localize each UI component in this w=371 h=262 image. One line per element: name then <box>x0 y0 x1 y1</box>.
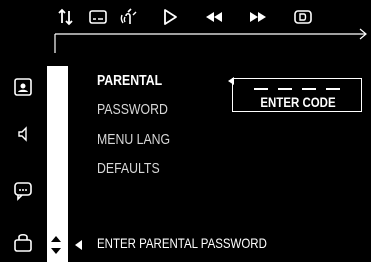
code-slot <box>254 88 268 90</box>
speaker-icon[interactable] <box>12 123 34 145</box>
photo-icon[interactable] <box>12 76 34 98</box>
code-slot <box>326 88 340 90</box>
chat-icon[interactable] <box>12 179 34 201</box>
lock-icon[interactable] <box>12 231 34 253</box>
status-message: ENTER PARENTAL PASSWORD <box>97 235 267 251</box>
sidebar <box>0 66 87 262</box>
code-slot <box>302 88 316 90</box>
sidebar-highlight-strip <box>47 66 68 262</box>
menu-item-menu-lang[interactable]: MENU LANG <box>97 131 170 148</box>
code-slot <box>278 88 292 90</box>
selection-arrows-icon <box>51 236 82 254</box>
menu-item-parental[interactable]: PARENTAL <box>97 72 162 89</box>
code-entry-box[interactable]: ENTER CODE <box>232 78 362 112</box>
menu-item-defaults[interactable]: DEFAULTS <box>97 160 160 177</box>
navigation-arrow-line <box>54 28 367 53</box>
code-entry-label: ENTER CODE <box>260 94 336 110</box>
top-toolbar <box>0 0 371 53</box>
menu-item-password[interactable]: PASSWORD <box>97 101 168 118</box>
